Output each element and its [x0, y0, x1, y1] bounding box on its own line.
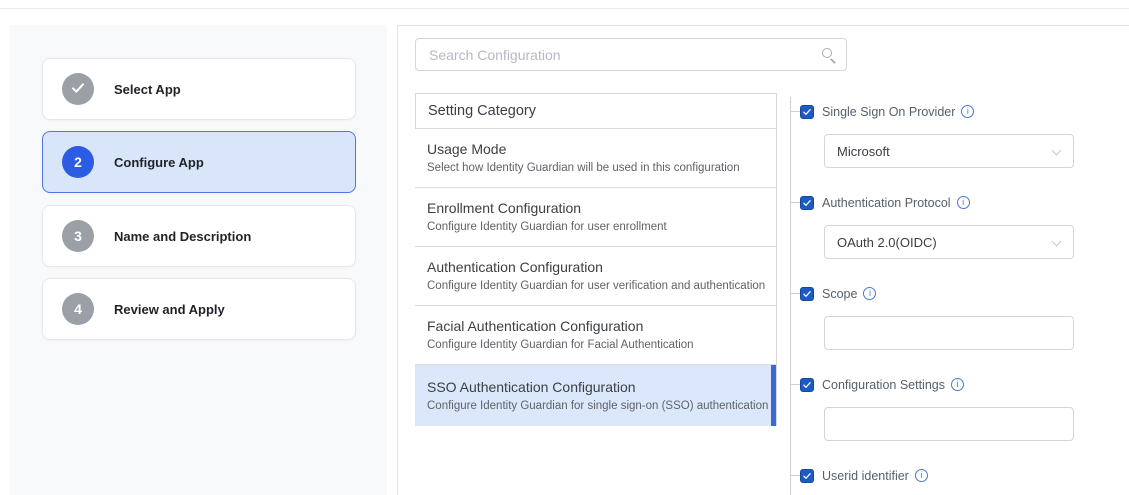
category-title: Usage Mode	[427, 141, 764, 157]
tree-branch-line	[790, 475, 800, 476]
field-checkbox[interactable]	[800, 469, 814, 483]
step-card-pending[interactable]: 4 Review and Apply	[42, 278, 356, 340]
config-field-group: Scope i	[790, 286, 1100, 358]
info-icon[interactable]: i	[957, 196, 970, 209]
category-description: Configure Identity Guardian for user enr…	[427, 221, 764, 233]
check-icon	[70, 80, 86, 99]
chevron-down-icon	[1052, 237, 1062, 247]
field-label: Scope	[822, 287, 857, 301]
field-input[interactable]	[824, 407, 1074, 441]
category-description: Configure Identity Guardian for Facial A…	[427, 339, 764, 351]
category-title: Authentication Configuration	[427, 259, 764, 275]
category-title: SSO Authentication Configuration	[427, 379, 764, 395]
step-label: Select App	[114, 82, 181, 97]
settings-list-items: Usage Mode Select how Identity Guardian …	[415, 129, 776, 426]
check-icon	[802, 471, 812, 481]
step-card-pending[interactable]: 3 Name and Description	[42, 205, 356, 267]
config-field-row: Scope i	[790, 286, 1100, 301]
settings-category-item[interactable]: Enrollment Configuration Configure Ident…	[415, 188, 776, 247]
settings-list-header: Setting Category	[415, 94, 776, 129]
field-label: Userid identifier	[822, 469, 909, 483]
config-field-group: Single Sign On Provider i Microsoft	[790, 104, 1100, 176]
category-description: Select how Identity Guardian will be use…	[427, 162, 764, 174]
search-input[interactable]	[416, 39, 846, 70]
steps-panel: Select App 2 Configure App 3 Name and De…	[10, 25, 387, 495]
check-icon	[70, 80, 86, 96]
field-input[interactable]	[824, 316, 1074, 350]
field-checkbox[interactable]	[800, 196, 814, 210]
field-select[interactable]: Microsoft	[824, 134, 1074, 168]
chevron-down-icon	[1052, 146, 1062, 156]
step-number: 3	[74, 228, 82, 244]
step-number: 2	[74, 154, 82, 170]
step-number-badge: 4	[62, 293, 94, 325]
settings-category-item[interactable]: Authentication Configuration Configure I…	[415, 247, 776, 306]
configuration-wizard: Select App 2 Configure App 3 Name and De…	[0, 0, 1129, 495]
select-value: Microsoft	[837, 144, 890, 159]
step-number-badge: 2	[62, 146, 94, 178]
settings-category-item[interactable]: Usage Mode Select how Identity Guardian …	[415, 129, 776, 188]
check-icon	[802, 380, 812, 390]
tree-branch-line	[790, 202, 800, 203]
tree-branch-line	[790, 384, 800, 385]
settings-category-item[interactable]: Facial Authentication Configuration Conf…	[415, 306, 776, 365]
search-box	[415, 38, 847, 71]
category-description: Configure Identity Guardian for user ver…	[427, 280, 764, 292]
step-number-badge: 3	[62, 220, 94, 252]
field-label: Configuration Settings	[822, 378, 945, 392]
config-field-row: Single Sign On Provider i	[790, 104, 1100, 119]
check-icon	[802, 198, 812, 208]
info-icon[interactable]: i	[915, 469, 928, 482]
config-field-group: Userid identifier i	[790, 468, 1100, 495]
field-checkbox[interactable]	[800, 287, 814, 301]
settings-category-list: Setting Category Usage Mode Select how I…	[415, 93, 777, 426]
step-label: Configure App	[114, 155, 204, 170]
info-icon[interactable]: i	[863, 287, 876, 300]
config-field-group: Configuration Settings i	[790, 377, 1100, 449]
info-icon[interactable]: i	[951, 378, 964, 391]
panel-divider	[397, 25, 398, 495]
check-icon	[802, 289, 812, 299]
field-label: Authentication Protocol	[822, 196, 951, 210]
tree-branch-line	[790, 293, 800, 294]
step-label: Name and Description	[114, 229, 251, 244]
settings-category-item[interactable]: SSO Authentication Configuration Configu…	[415, 365, 776, 426]
field-checkbox[interactable]	[800, 105, 814, 119]
selected-indicator-bar	[771, 365, 776, 426]
category-title: Facial Authentication Configuration	[427, 318, 764, 334]
check-icon	[802, 107, 812, 117]
step-card-active[interactable]: 2 Configure App	[42, 131, 356, 193]
config-field-row: Configuration Settings i	[790, 377, 1100, 392]
category-description: Configure Identity Guardian for single s…	[427, 400, 764, 412]
field-label: Single Sign On Provider	[822, 105, 955, 119]
step-number-badge	[62, 73, 94, 105]
config-field-row: Authentication Protocol i	[790, 195, 1100, 210]
search-icon	[822, 48, 832, 58]
config-field-group: Authentication Protocol i OAuth 2.0(OIDC…	[790, 195, 1100, 267]
content-top-border	[397, 25, 1129, 26]
config-field-row: Userid identifier i	[790, 468, 1100, 483]
step-card-completed[interactable]: Select App	[42, 58, 356, 120]
tree-branch-line	[790, 111, 800, 112]
category-title: Enrollment Configuration	[427, 200, 764, 216]
field-checkbox[interactable]	[800, 378, 814, 392]
step-number: 4	[74, 301, 82, 317]
field-select[interactable]: OAuth 2.0(OIDC)	[824, 225, 1074, 259]
step-label: Review and Apply	[114, 302, 225, 317]
select-value: OAuth 2.0(OIDC)	[837, 235, 937, 250]
info-icon[interactable]: i	[961, 105, 974, 118]
top-divider	[0, 8, 1129, 9]
